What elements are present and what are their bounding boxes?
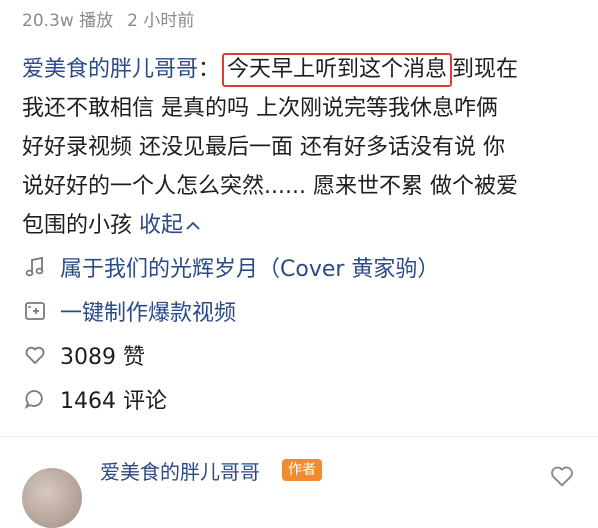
caption-line-1-rest: 到现在: [452, 57, 519, 82]
post-caption: 爱美食的胖儿哥哥： 今天早上听到这个消息 到现在 我还不敢相信 是真的吗 上次刚说完…: [22, 50, 582, 245]
post-time: 2 小时前: [127, 11, 195, 31]
section-divider: [0, 436, 598, 437]
video-create-icon: [22, 298, 48, 324]
comment-author[interactable]: 爱美食的胖儿哥哥: [100, 456, 260, 485]
comment-icon: [22, 386, 48, 412]
chevron-up-icon: [186, 221, 200, 230]
collapse-button[interactable]: 收起: [139, 213, 201, 238]
heart-icon[interactable]: [548, 462, 576, 490]
likes-row[interactable]: 3089 赞: [22, 338, 145, 372]
heart-icon: [22, 342, 48, 368]
music-row[interactable]: 属于我们的光辉岁月（Cover 黄家驹）: [22, 250, 439, 284]
caption-colon: ：: [198, 57, 221, 82]
caption-line-2: 我还不敢相信 是真的吗 上次刚说完等我休息咋俩: [22, 96, 498, 121]
caption-line-4: 说好好的一个人怎么突然...... 愿来世不累 做个被爱: [22, 174, 518, 199]
likes-label: 3089 赞: [60, 345, 145, 370]
author-badge: 作者: [282, 459, 322, 481]
make-video-row[interactable]: 一键制作爆款视频: [22, 294, 236, 328]
caption-line-5-text: 包围的小孩: [22, 213, 133, 238]
caption-line-1: 爱美食的胖儿哥哥： 今天早上听到这个消息 到现在: [22, 50, 582, 89]
play-count: 20.3w 播放: [22, 11, 114, 31]
post-meta: 20.3w 播放 2 小时前: [22, 6, 194, 31]
music-note-icon: [22, 254, 48, 280]
collapse-label: 收起: [139, 213, 184, 238]
make-video-label: 一键制作爆款视频: [60, 301, 237, 326]
caption-line-5: 包围的小孩 收起: [22, 206, 582, 245]
caption-line-3: 好好录视频 还没见最后一面 还有好多话没有说 你: [22, 135, 505, 160]
avatar[interactable]: [22, 468, 82, 528]
comment-item: 爱美食的胖儿哥哥 作者: [22, 456, 582, 528]
highlighted-text: 今天早上听到这个消息: [222, 53, 453, 87]
music-label: 属于我们的光辉岁月（Cover 黄家驹）: [60, 257, 440, 282]
caption-author-link[interactable]: 爱美食的胖儿哥哥: [22, 57, 198, 82]
comments-label: 1464 评论: [60, 389, 167, 414]
comments-row[interactable]: 1464 评论: [22, 382, 167, 416]
